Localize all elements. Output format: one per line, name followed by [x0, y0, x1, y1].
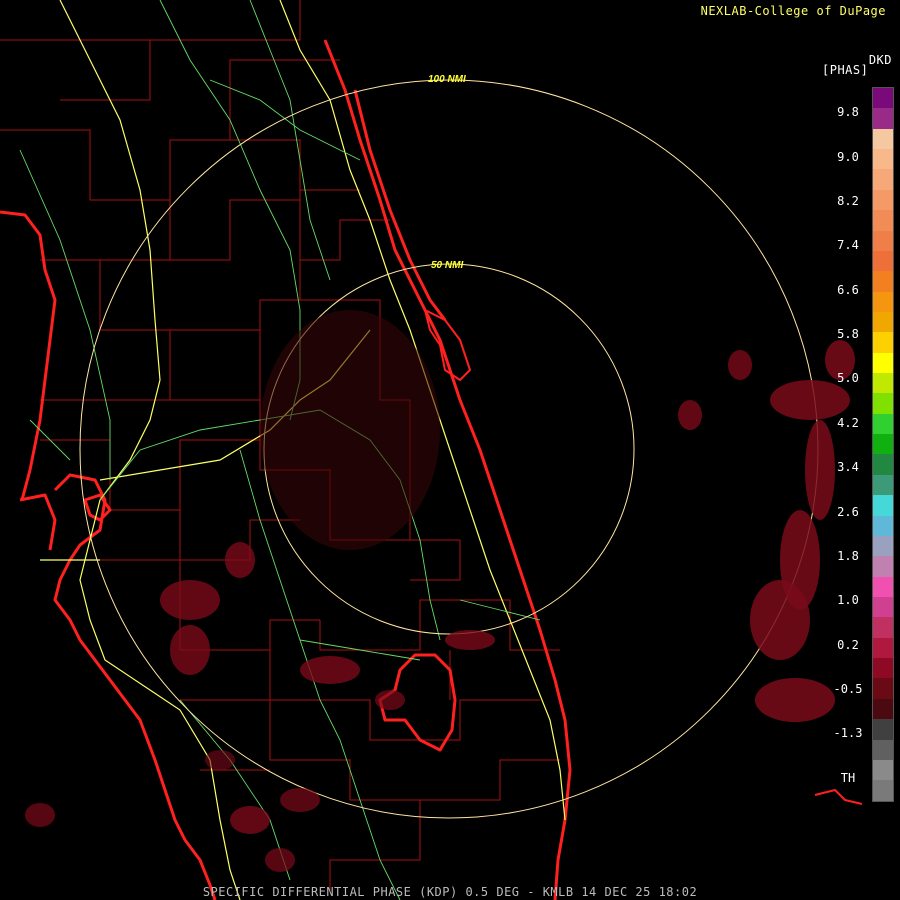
legend-color-swatch: [873, 515, 893, 536]
legend-color-swatch: [873, 128, 893, 150]
unit-code-label: DKD: [868, 53, 892, 67]
legend-tick: 7.4: [837, 238, 859, 252]
unit-name-label: [PHAS]: [822, 63, 869, 77]
legend-color-swatch: [873, 596, 893, 618]
legend-tick: 3.4: [837, 460, 859, 474]
product-caption: SPECIFIC DIFFERENTIAL PHASE (KDP) 0.5 DE…: [202, 885, 698, 899]
legend-tick: -1.3: [833, 726, 863, 740]
legend-color-swatch: [873, 454, 893, 475]
legend-color-swatch: [873, 311, 893, 333]
legend-color-swatch: [873, 352, 893, 374]
range-ring-label-100: 100 NMI: [428, 74, 466, 85]
legend-tick: 1.8: [837, 549, 859, 563]
legend-color-swatch: [873, 637, 893, 659]
legend-color-swatch: [873, 189, 893, 211]
legend-tick: TH: [840, 771, 856, 785]
legend-tick: 8.2: [837, 194, 859, 208]
legend-color-swatch: [873, 678, 893, 699]
legend-color-swatch: [873, 413, 893, 435]
legend-color-swatch: [873, 576, 893, 597]
color-legend-bar: [872, 87, 894, 802]
legend-tick: 1.0: [837, 593, 859, 607]
legend-color-swatch: [873, 698, 893, 720]
legend-tick: 2.6: [837, 505, 859, 519]
legend-color-swatch: [873, 739, 893, 760]
radar-returns: [25, 310, 855, 872]
legend-color-swatch: [873, 169, 893, 190]
legend-color-swatch: [873, 434, 893, 455]
legend-tick: 9.0: [837, 150, 859, 164]
legend-tick: 5.8: [837, 327, 859, 341]
range-ring-label-50: 50 NMI: [431, 260, 463, 271]
legend-color-swatch: [873, 149, 893, 170]
legend-color-swatch: [873, 556, 893, 577]
legend-color-swatch: [873, 210, 893, 231]
radar-map: 100 NMI 50 NMI: [0, 0, 863, 900]
credit-label: NEXLAB-College of DuPage: [700, 4, 886, 18]
legend-color-swatch: [873, 88, 893, 109]
legend-tick: 6.6: [837, 283, 859, 297]
range-rings: [79, 79, 819, 819]
legend-color-swatch: [873, 719, 893, 740]
legend-color-swatch: [873, 230, 893, 251]
legend-color-swatch: [873, 759, 893, 781]
legend-color-swatch: [873, 617, 893, 638]
legend-tick: 0.2: [837, 638, 859, 652]
legend-color-swatch: [873, 332, 893, 353]
legend-color-swatch: [873, 108, 893, 129]
legend-tick: 4.2: [837, 416, 859, 430]
legend-tick: -0.5: [833, 682, 863, 696]
legend-color-swatch: [873, 658, 893, 679]
legend-tick: 9.8: [837, 105, 859, 119]
legend-color-swatch: [873, 780, 893, 801]
legend-color-swatch: [873, 291, 893, 312]
legend-color-swatch: [873, 474, 893, 496]
legend-color-swatch: [873, 535, 893, 557]
legend-color-swatch: [873, 495, 893, 516]
legend-color-swatch: [873, 373, 893, 394]
legend-color-swatch: [873, 250, 893, 272]
legend-color-swatch: [873, 271, 893, 292]
legend-tick: 5.0: [837, 371, 859, 385]
legend-color-swatch: [873, 393, 893, 414]
range-ring-100: [79, 79, 819, 819]
